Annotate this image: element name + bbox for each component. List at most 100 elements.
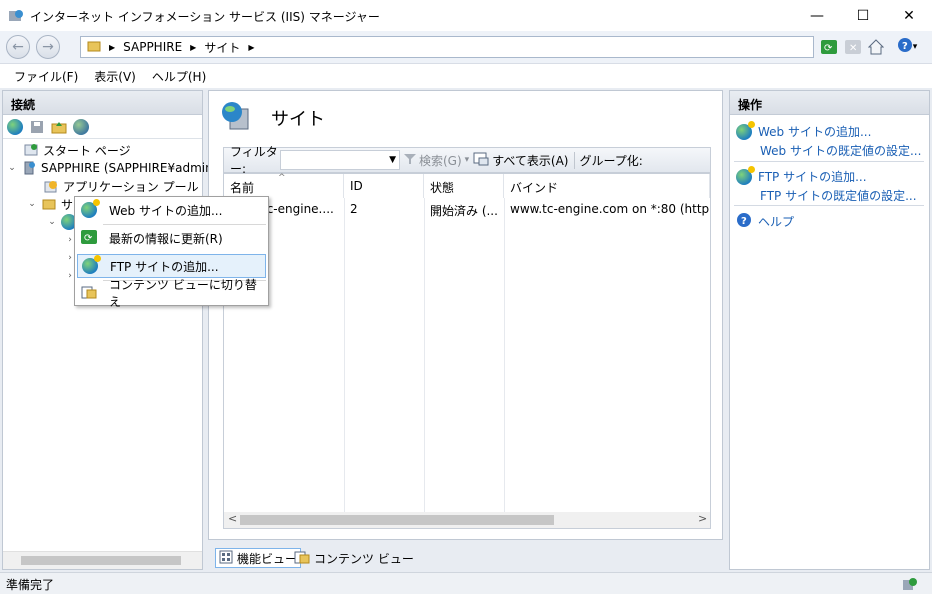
close-button[interactable]: ✕	[886, 0, 932, 31]
scroll-right-button[interactable]: >	[698, 512, 707, 525]
column-divider	[344, 198, 345, 514]
action-add-website[interactable]: Web サイトの追加...	[736, 120, 872, 140]
breadcrumb-sites[interactable]: サイト	[204, 39, 240, 56]
sites-header-icon	[221, 101, 251, 134]
filter-label: フィルター:	[230, 145, 278, 176]
menu-help[interactable]: ヘルプ(H)	[144, 68, 214, 85]
show-all-button-label: すべて表示(A)	[492, 153, 569, 168]
filter-bar: フィルター: ▼ 検索(G) ▾ すべて表示(A) グループ化:	[223, 145, 711, 176]
chevron-down-icon: ▾	[464, 155, 470, 165]
breadcrumb-separator-icon: ▶	[190, 42, 197, 52]
context-item-label: 最新の情報に更新(R)	[109, 231, 223, 246]
column-header-status[interactable]: 状態	[424, 174, 504, 198]
tree-item-server[interactable]: ⌄ SAPPHIRE (SAPPHIRE¥admink	[7, 159, 219, 177]
action-help[interactable]: ? ヘルプ	[736, 212, 794, 231]
stop-icon[interactable]: ✕	[843, 37, 863, 57]
connect-icon[interactable]	[7, 118, 23, 135]
help-icon: ?	[897, 37, 913, 57]
save-icon[interactable]	[29, 119, 45, 135]
address-bar: ← → ▶ SAPPHIRE ▶ サイト ▶ ⟳ ✕ ? ▾	[0, 31, 932, 64]
action-ftp-defaults[interactable]: FTP サイトの既定値の設定...	[760, 187, 917, 204]
action-website-defaults[interactable]: Web サイトの既定値の設定...	[760, 142, 921, 159]
svg-text:?: ?	[741, 216, 747, 227]
column-divider	[504, 198, 505, 514]
sites-panel: サイト フィルター: ▼ 検索(G) ▾ すべて表示(A) グループ化: 名前 …	[208, 90, 723, 568]
scrollbar-thumb[interactable]	[240, 515, 554, 525]
context-menu: Web サイトの追加... ⟳ 最新の情報に更新(R) FTP サイトの追加..…	[74, 196, 269, 309]
action-label: ヘルプ	[758, 215, 795, 229]
tree-label: アプリケーション プール	[63, 179, 199, 194]
sites-list-scrollbar[interactable]: < >	[224, 512, 710, 528]
action-add-ftp-site[interactable]: FTP サイトの追加...	[736, 165, 867, 185]
svg-text:?: ?	[902, 41, 908, 52]
forward-button[interactable]: →	[36, 35, 60, 59]
scroll-left-button[interactable]: <	[228, 512, 237, 525]
tab-features-view[interactable]: 機能ビュー	[215, 548, 302, 568]
tree-label: スタート ページ	[43, 143, 131, 158]
divider	[734, 205, 924, 206]
content-view-icon	[294, 550, 310, 567]
table-row[interactable]: tc-engine.... 2 開始済み (... www.tc-engine.…	[224, 198, 710, 218]
menu-file[interactable]: ファイル(F)	[0, 68, 86, 85]
search-button-label: 検索(G)	[419, 153, 462, 168]
svg-text:⟳: ⟳	[84, 233, 93, 244]
page-title: サイト	[271, 109, 325, 130]
search-button[interactable]: 検索(G) ▾	[404, 152, 469, 169]
cell-binding: www.tc-engine.com on *:80 (http)	[510, 202, 710, 216]
menu-bar: ファイル(F) 表示(V) ヘルプ(H)	[0, 64, 932, 88]
chevron-down-icon: ▾	[912, 42, 918, 52]
context-item-switch-content-view[interactable]: コンテンツ ビューに切り替え	[77, 278, 266, 309]
divider	[103, 224, 266, 225]
connections-scrollbar[interactable]	[3, 551, 202, 569]
content-view-icon	[81, 285, 97, 302]
sort-ascending-icon: ^	[278, 173, 286, 183]
breadcrumb[interactable]: ▶ SAPPHIRE ▶ サイト ▶	[80, 36, 814, 58]
menu-view[interactable]: 表示(V)	[86, 68, 144, 85]
cell-id: 2	[350, 202, 358, 216]
action-label: FTP サイトの追加...	[758, 170, 867, 184]
globe-add-icon	[82, 255, 101, 274]
connections-header: 接続	[3, 91, 202, 115]
context-item-add-website[interactable]: Web サイトの追加...	[77, 198, 266, 222]
chevron-down-icon: ▼	[389, 155, 396, 165]
tab-content-view[interactable]: コンテンツ ビュー	[291, 548, 417, 568]
breadcrumb-sapphire[interactable]: SAPPHIRE	[123, 40, 182, 54]
context-item-add-ftp-site[interactable]: FTP サイトの追加...	[77, 254, 266, 278]
breadcrumb-separator-icon: ▶	[248, 42, 255, 52]
breadcrumb-separator-icon: ▶	[109, 42, 116, 52]
status-bar: 準備完了	[0, 572, 932, 594]
chevron-down-icon[interactable]: ⌄	[27, 199, 37, 209]
column-label: 名前	[230, 181, 255, 195]
divider	[734, 161, 924, 162]
show-all-button[interactable]: すべて表示(A)	[473, 152, 568, 169]
filter-input[interactable]: ▼	[280, 150, 400, 170]
chevron-down-icon[interactable]: ⌄	[7, 163, 17, 173]
column-header-name[interactable]: 名前 ^	[224, 173, 344, 198]
action-label: Web サイトの追加...	[758, 125, 872, 139]
start-page-icon	[23, 142, 39, 158]
disconnect-icon[interactable]	[73, 118, 89, 135]
home-icon[interactable]	[866, 37, 886, 57]
workspace: 接続 スタート ページ ⌄ SAPPHIRE (SAPPHIRE¥admink …	[0, 88, 932, 572]
refresh-icon[interactable]: ⟳	[819, 37, 839, 57]
chevron-down-icon[interactable]: ⌄	[47, 217, 57, 227]
scrollbar-thumb[interactable]	[21, 556, 181, 565]
column-header-binding[interactable]: バインド	[504, 174, 710, 198]
tree-item-site[interactable]: ⌄	[47, 213, 77, 231]
iis-app-icon	[8, 8, 24, 27]
sites-list: 名前 ^ ID 状態 バインド tc-engine.... 2 開始済み (..…	[223, 173, 711, 529]
maximize-button[interactable]: ☐	[840, 0, 886, 31]
up-folder-icon[interactable]	[51, 119, 67, 135]
context-item-label: Web サイトの追加...	[109, 203, 223, 218]
globe-add-icon	[736, 165, 755, 185]
tree-item-app-pools[interactable]: アプリケーション プール	[29, 177, 199, 195]
window-title: インターネット インフォメーション サービス (IIS) マネージャー	[30, 10, 380, 24]
column-header-id[interactable]: ID	[344, 174, 424, 198]
sites-folder-icon	[41, 196, 57, 212]
back-button[interactable]: ←	[6, 35, 30, 59]
tree-item-start-page[interactable]: スタート ページ	[9, 141, 131, 159]
minimize-button[interactable]: —	[794, 0, 840, 31]
help-icon: ?	[736, 212, 752, 231]
help-menu-button[interactable]: ? ▾	[894, 37, 920, 57]
context-item-refresh[interactable]: ⟳ 最新の情報に更新(R)	[77, 226, 266, 250]
